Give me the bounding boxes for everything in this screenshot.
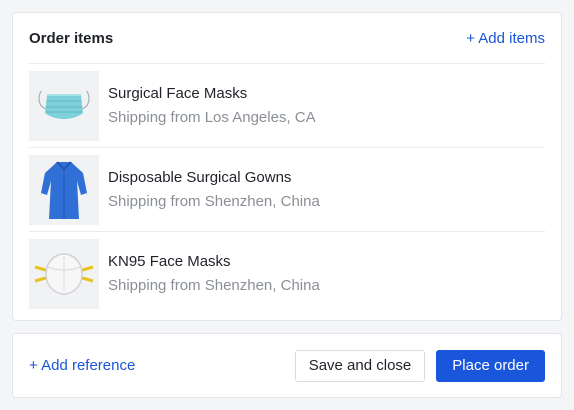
item-name: Disposable Surgical Gowns: [108, 168, 292, 186]
order-actions-card: + Add reference Save and close Place ord…: [12, 333, 562, 398]
list-item[interactable]: Surgical Face Masks Shipping from Los An…: [29, 63, 545, 147]
order-items-title: Order items: [29, 29, 114, 47]
order-actions-bar: + Add reference Save and close Place ord…: [29, 334, 545, 397]
surgical-mask-image: [29, 70, 99, 141]
order-items-header: Order items + Add items: [29, 13, 545, 63]
list-item[interactable]: KN95 Face Masks Shipping from Shenzhen, …: [29, 231, 545, 315]
item-name: Surgical Face Masks: [108, 84, 248, 102]
order-items-card: Order items + Add items Surgical Face Ma…: [12, 12, 562, 321]
order-item-list: Surgical Face Masks Shipping from Los An…: [29, 63, 545, 315]
item-shipping: Shipping from Shenzhen, China: [108, 192, 320, 210]
add-reference-link[interactable]: + Add reference: [29, 357, 135, 374]
place-order-button[interactable]: Place order: [436, 349, 545, 382]
item-name: KN95 Face Masks: [108, 252, 231, 270]
item-shipping: Shipping from Los Angeles, CA: [108, 108, 316, 126]
list-item[interactable]: Disposable Surgical Gowns Shipping from …: [29, 147, 545, 231]
item-shipping: Shipping from Shenzhen, China: [108, 276, 320, 294]
action-buttons: Save and close Place order: [294, 349, 545, 382]
kn95-mask-image: [29, 238, 99, 309]
save-and-close-button[interactable]: Save and close: [294, 349, 426, 382]
surgical-gown-image: [29, 154, 99, 225]
add-items-link[interactable]: + Add items: [466, 30, 545, 47]
